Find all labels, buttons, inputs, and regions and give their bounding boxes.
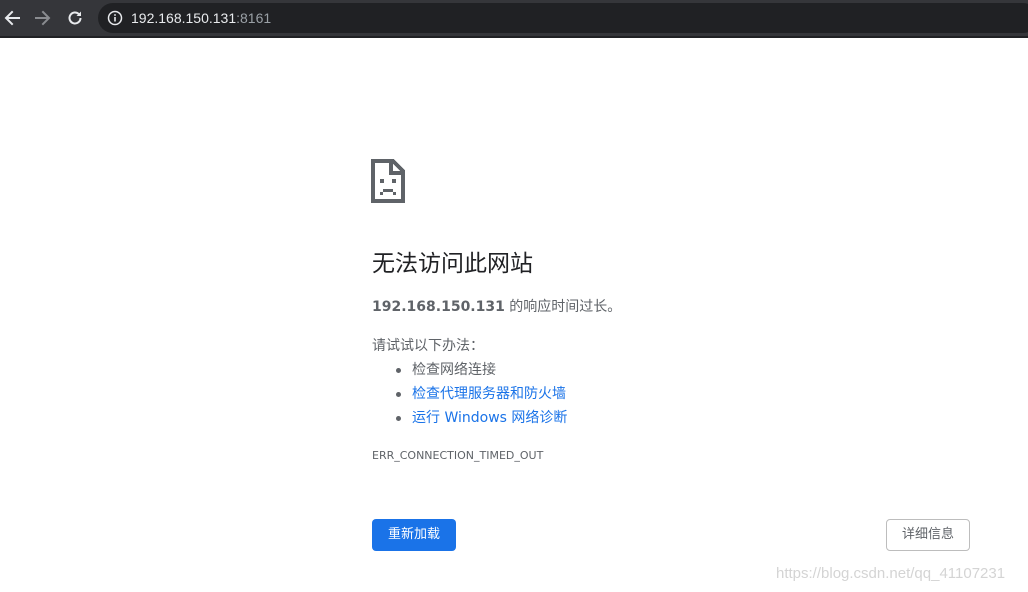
reload-button[interactable]	[63, 6, 87, 30]
suggestion-run-diagnostics: 运行 Windows 网络诊断	[372, 406, 567, 430]
suggestion-check-connection: 检查网络连接	[372, 358, 567, 382]
info-icon[interactable]	[107, 10, 123, 26]
suggestion-check-proxy-firewall: 检查代理服务器和防火墙	[372, 382, 567, 406]
browser-toolbar: 192.168.150.131:8161	[0, 0, 1028, 36]
address-bar[interactable]: 192.168.150.131:8161	[98, 3, 1028, 33]
bullet	[396, 392, 401, 397]
bullet	[396, 368, 401, 373]
bullet	[396, 416, 401, 421]
details-button[interactable]: 详细信息	[886, 519, 970, 551]
error-code: ERR_CONNECTION_TIMED_OUT	[372, 449, 544, 462]
forward-arrow-icon	[35, 10, 51, 26]
forward-button[interactable]	[31, 6, 55, 30]
check-proxy-firewall-link[interactable]: 检查代理服务器和防火墙	[412, 386, 566, 402]
suggestions-heading: 请试试以下办法：	[372, 338, 484, 354]
sad-page-icon	[371, 159, 405, 203]
back-button[interactable]	[0, 6, 24, 30]
reload-icon	[68, 11, 82, 25]
back-arrow-icon	[4, 10, 20, 26]
watermark: https://blog.csdn.net/qq_41107231	[776, 565, 1006, 582]
summary-text: 的响应时间过长。	[504, 299, 622, 315]
suggestion-label: 检查网络连接	[412, 362, 496, 378]
error-title: 无法访问此网站	[372, 251, 533, 277]
reload-page-button[interactable]: 重新加载	[372, 519, 456, 551]
url-text[interactable]: 192.168.150.131:8161	[131, 9, 271, 27]
url-host: 192.168.150.131	[131, 10, 237, 26]
error-summary: 192.168.150.131 的响应时间过长。	[372, 297, 621, 317]
summary-host: 192.168.150.131	[372, 299, 505, 315]
suggestions-list: 检查网络连接 检查代理服务器和防火墙 运行 Windows 网络诊断	[372, 358, 567, 430]
error-page: 无法访问此网站 192.168.150.131 的响应时间过长。 请试试以下办法…	[0, 38, 1028, 592]
run-network-diagnostics-link[interactable]: 运行 Windows 网络诊断	[412, 410, 567, 426]
url-port: :8161	[236, 10, 272, 26]
